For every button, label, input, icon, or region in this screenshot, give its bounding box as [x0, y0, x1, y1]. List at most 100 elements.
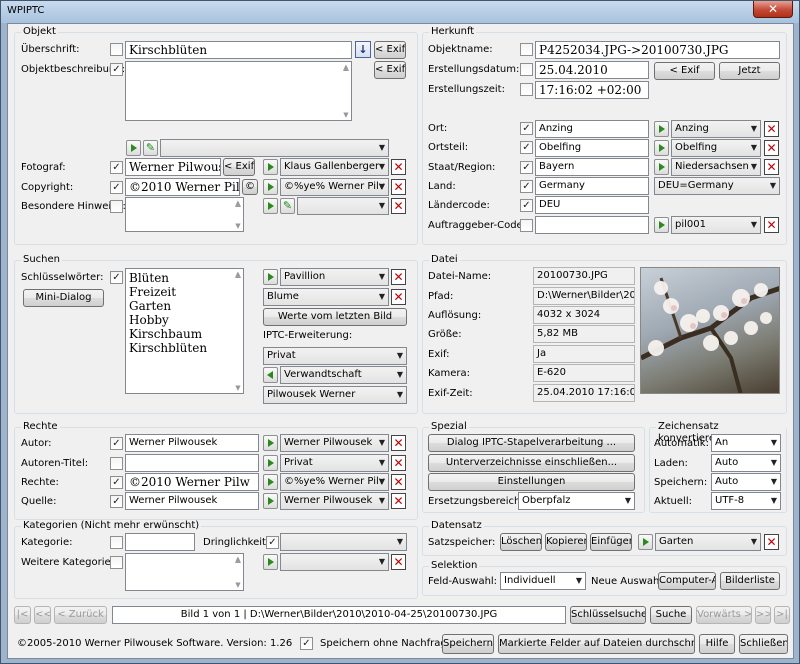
list-item[interactable]: Blüten: [129, 271, 243, 285]
markierte-felder-button[interactable]: Markierte Felder auf Dateien durchschrei…: [498, 634, 695, 654]
auftraggeber-dropdown[interactable]: pil001 ▼: [671, 216, 761, 234]
laendercode-checkbox[interactable]: ✓: [520, 199, 533, 212]
autor-checkbox[interactable]: ✓: [110, 437, 123, 450]
objektbeschreibung-textarea[interactable]: ▲ ▼: [125, 61, 352, 121]
staat-input[interactable]: Bayern: [535, 158, 649, 176]
image-preview[interactable]: [640, 267, 780, 394]
autoren-titel-input[interactable]: [125, 454, 259, 472]
ort-dropdown[interactable]: Anzing ▼: [671, 120, 761, 138]
apply-arrow-icon[interactable]: [263, 554, 278, 570]
iptc-dropdown-3[interactable]: Pilwousek Werner ▼: [263, 386, 407, 404]
apply-arrow-icon[interactable]: [263, 179, 278, 195]
kategorie-input[interactable]: [125, 533, 195, 551]
scrollbar[interactable]: ▲ ▼: [233, 198, 243, 231]
scrollbar[interactable]: ▲ ▼: [341, 62, 351, 120]
ortsteil-input[interactable]: Obelfing: [535, 139, 649, 157]
delete-x-icon[interactable]: ✕: [764, 140, 779, 156]
apply-arrow-icon[interactable]: [654, 217, 669, 233]
delete-x-icon[interactable]: ✕: [391, 455, 406, 471]
einfuegen-button[interactable]: Einfügen: [590, 533, 632, 551]
edit-pencil-icon[interactable]: ✎: [143, 140, 158, 156]
delete-x-icon[interactable]: ✕: [391, 159, 406, 175]
fotograf-dropdown[interactable]: Klaus Gallenberger ▼: [280, 158, 389, 176]
zurueck-button[interactable]: < Zurück: [54, 606, 107, 624]
iptc-dropdown-2[interactable]: Verwandtschaft ▼: [280, 366, 407, 384]
ersetzungsbereich-dropdown[interactable]: Oberpfalz ▼: [518, 492, 635, 510]
hinweise-textarea[interactable]: ▲ ▼: [125, 197, 244, 232]
copyright-checkbox[interactable]: ✓: [110, 181, 123, 194]
autoren-titel-checkbox[interactable]: [110, 457, 123, 470]
laden-dropdown[interactable]: Auto ▼: [711, 454, 781, 472]
speichern-button[interactable]: Speichern: [442, 634, 494, 654]
autor-input[interactable]: Werner Pilwousek: [125, 434, 259, 452]
delete-x-icon[interactable]: ✕: [391, 554, 406, 570]
edit-pencil-icon[interactable]: ✎: [280, 198, 295, 214]
staat-dropdown[interactable]: Niedersachsen ▼: [671, 158, 761, 176]
kopieren-button[interactable]: Kopieren: [545, 533, 587, 551]
hinweise-checkbox[interactable]: [110, 200, 123, 213]
fotograf-checkbox[interactable]: ✓: [110, 161, 123, 174]
apply-arrow-icon[interactable]: [654, 121, 669, 137]
stapelverarbeitung-button[interactable]: Dialog IPTC-Stapelverarbeitung ...: [428, 434, 635, 452]
weitere-kategorien-textarea[interactable]: ▲ ▼: [125, 553, 244, 591]
rechte-checkbox[interactable]: ✓: [110, 476, 123, 489]
first-button[interactable]: |<: [14, 606, 31, 624]
delete-x-icon[interactable]: ✕: [391, 198, 406, 214]
speichern-dropdown[interactable]: Auto ▼: [711, 473, 781, 491]
prev-fast-button[interactable]: <<: [34, 606, 51, 624]
dringlichkeit-dropdown[interactable]: ▼: [280, 533, 407, 551]
scrollbar[interactable]: ▲ ▼: [233, 269, 243, 393]
land-input[interactable]: Germany: [535, 177, 649, 195]
list-item[interactable]: Garten: [129, 299, 243, 313]
copyright-dropdown[interactable]: ©%ye% Werner Pilv ▼: [280, 178, 389, 196]
loeschen-button[interactable]: Löschen: [500, 533, 542, 551]
copyright-symbol-button[interactable]: ©: [242, 179, 258, 195]
rechte-input[interactable]: ©2010 Werner Pilw: [125, 473, 259, 491]
fotograf-exif-button[interactable]: < Exif: [223, 158, 255, 176]
ort-input[interactable]: Anzing: [535, 120, 649, 138]
apply-arrow-icon[interactable]: [263, 474, 278, 490]
datum-exif-button[interactable]: < Exif: [654, 62, 715, 80]
objektname-input[interactable]: P4252034.JPG->20100730.JPG: [535, 41, 780, 59]
list-item[interactable]: Kirschbaum: [129, 327, 243, 341]
apply-arrow-icon[interactable]: [263, 455, 278, 471]
weitere-kategorien-dropdown[interactable]: ▼: [280, 553, 389, 571]
auftraggeber-checkbox[interactable]: [520, 219, 533, 232]
delete-x-icon[interactable]: ✕: [764, 121, 779, 137]
delete-x-icon[interactable]: ✕: [764, 534, 779, 550]
delete-x-icon[interactable]: ✕: [391, 289, 406, 305]
mini-dialog-button[interactable]: Mini-Dialog: [23, 289, 104, 307]
arrow-down-icon[interactable]: ↓: [355, 41, 371, 58]
jetzt-button[interactable]: Jetzt: [719, 62, 780, 80]
keyword-dropdown-1[interactable]: Pavillion ▼: [280, 268, 389, 286]
quelle-checkbox[interactable]: ✓: [110, 495, 123, 508]
aktuell-dropdown[interactable]: UTF-8 ▼: [711, 492, 781, 510]
werte-vom-letzten-bild-button[interactable]: Werte vom letzten Bild: [263, 308, 407, 326]
ueberschrift-exif-button[interactable]: < Exif: [374, 41, 406, 59]
delete-x-icon[interactable]: ✕: [391, 435, 406, 451]
satzspeicher-dropdown[interactable]: Garten ▼: [655, 533, 761, 551]
delete-x-icon[interactable]: ✕: [391, 269, 406, 285]
iptc-dropdown-1[interactable]: Privat ▼: [263, 347, 407, 365]
auftraggeber-input[interactable]: [535, 216, 649, 234]
suche-button[interactable]: Suche: [650, 606, 692, 624]
laendercode-input[interactable]: DEU: [535, 196, 649, 214]
land-dropdown[interactable]: DEU=Germany ▼: [654, 177, 780, 195]
list-item[interactable]: Kirschblüten: [129, 341, 243, 355]
speichern-ohne-nachfrage-checkbox[interactable]: ✓: [300, 637, 313, 650]
back-arrow-icon[interactable]: [263, 367, 278, 383]
schluesselsuche-button[interactable]: Schlüsselsuche: [570, 606, 646, 624]
keywords-listbox[interactable]: Blüten Freizeit Garten Hobby Kirschbaum …: [125, 268, 244, 394]
schliessen-button[interactable]: Schließen: [739, 634, 788, 654]
last-button[interactable]: >|: [774, 606, 790, 624]
autor-dropdown[interactable]: Werner Pilwousek ▼: [280, 434, 389, 452]
next-fast-button[interactable]: >>: [755, 606, 771, 624]
hinweise-dropdown[interactable]: ▼: [297, 197, 389, 215]
erstellungsdatum-checkbox[interactable]: [520, 63, 533, 76]
dringlichkeit-checkbox[interactable]: ✓: [266, 536, 279, 549]
delete-x-icon[interactable]: ✕: [391, 474, 406, 490]
ueberschrift-input[interactable]: Kirschblüten: [125, 41, 352, 59]
ortsteil-checkbox[interactable]: ✓: [520, 141, 533, 154]
hilfe-button[interactable]: Hilfe: [699, 634, 735, 654]
apply-arrow-icon[interactable]: [263, 435, 278, 451]
